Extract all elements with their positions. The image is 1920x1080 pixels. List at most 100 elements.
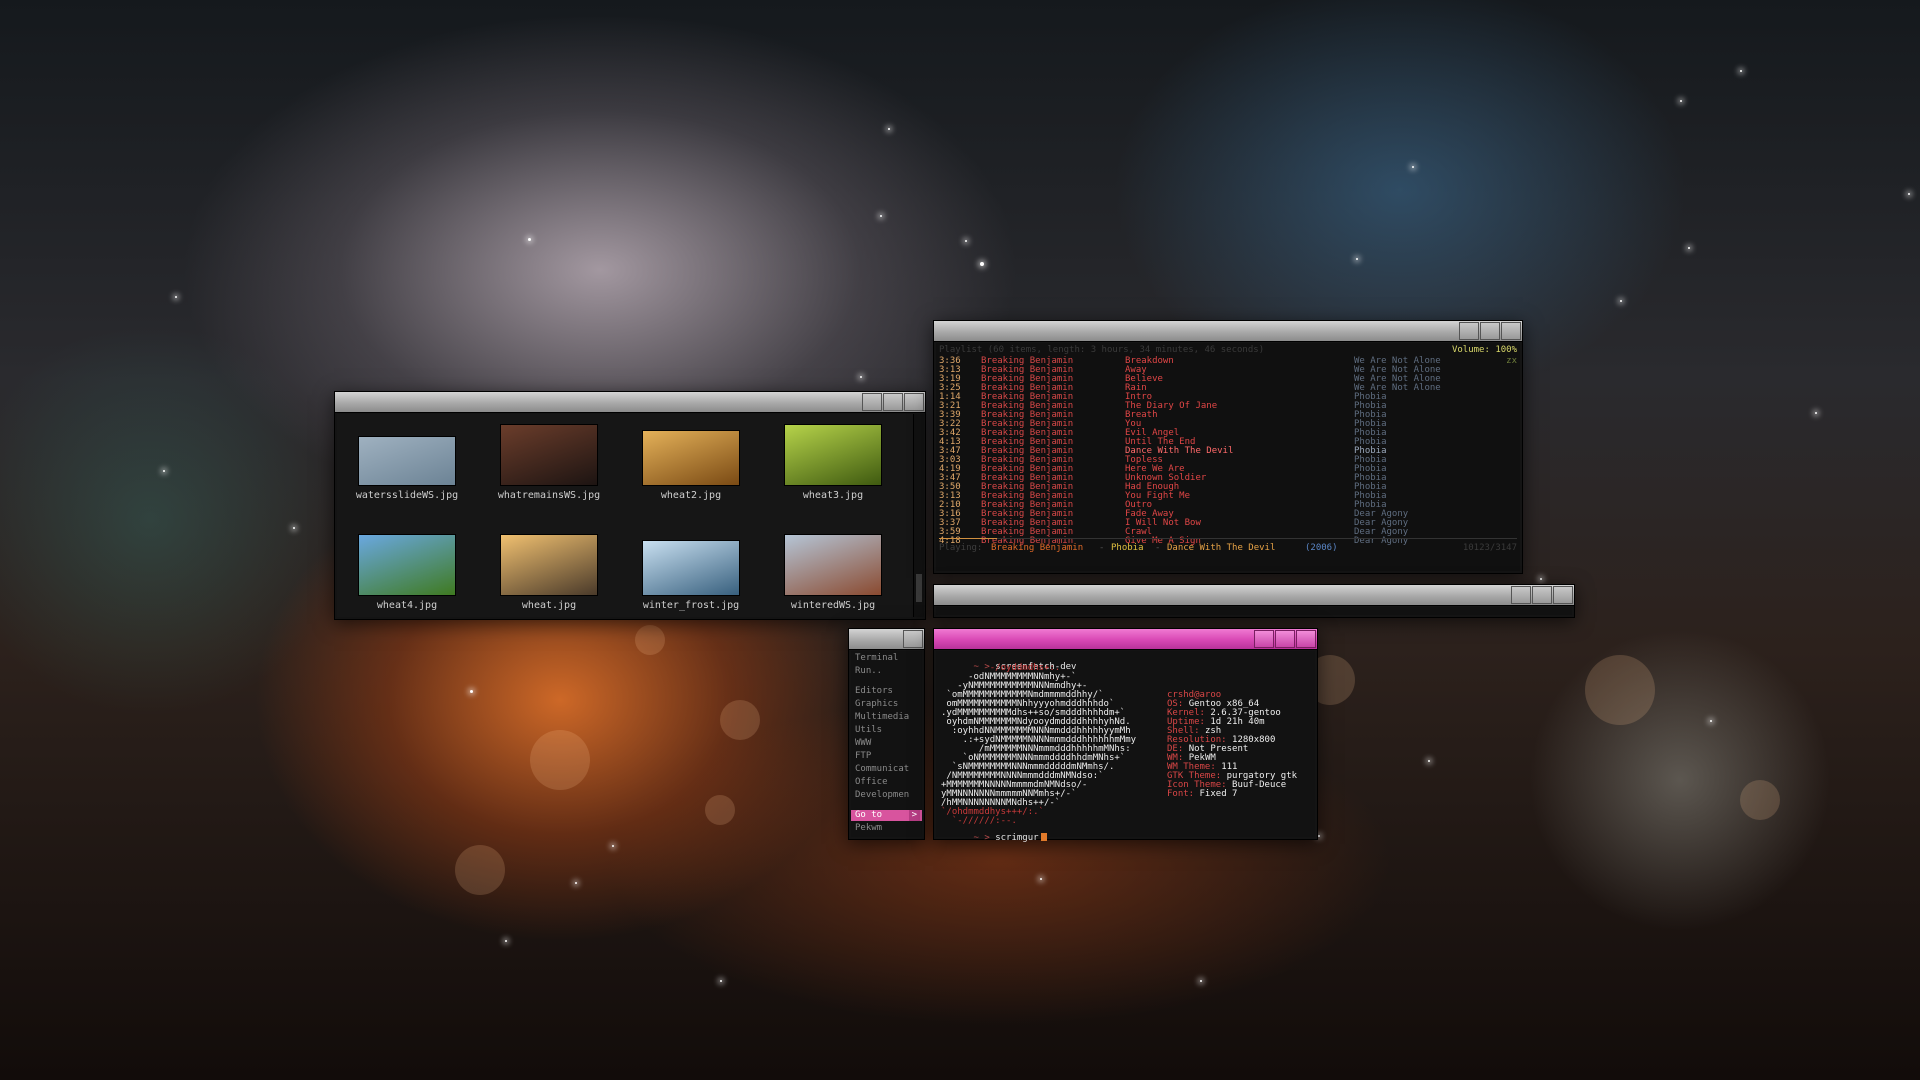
spark-particle	[1815, 412, 1817, 414]
close-button[interactable]	[904, 393, 924, 411]
file-name: winteredWS.jpg	[790, 600, 876, 611]
song-progress-bar[interactable]	[939, 538, 1517, 539]
menu-item[interactable]: Office	[855, 777, 888, 788]
menu-item[interactable]: Utils	[855, 725, 882, 736]
empty-window-titlebar[interactable]	[934, 585, 1574, 606]
file-thumbnail[interactable]: winter_frost.jpg	[621, 534, 761, 611]
maximize-button[interactable]	[1532, 586, 1552, 604]
menu-item[interactable]: Communicat	[855, 764, 909, 775]
terminal-output[interactable]: ~ > screenfetch-dev -/oyddmdhs+:. -odNMM…	[936, 651, 1315, 843]
now-playing-label: Playing:	[939, 543, 983, 553]
close-button[interactable]	[903, 630, 923, 648]
playlist-header: Playlist (60 items, length: 3 hours, 34 …	[939, 345, 1265, 355]
spark-particle	[1740, 70, 1742, 72]
maximize-button[interactable]	[1275, 630, 1295, 648]
spark-particle	[175, 296, 177, 298]
menu-item[interactable]: Go to >	[851, 810, 922, 821]
bokeh-light	[705, 795, 735, 825]
spark-particle	[470, 690, 473, 693]
menu-item-label: Graphics	[855, 699, 899, 709]
text-cursor	[1040, 833, 1047, 841]
menu-item[interactable]: WWW	[855, 738, 871, 749]
file-thumbnail[interactable]: wheat.jpg	[479, 534, 619, 611]
file-thumbnail[interactable]: wheat4.jpg	[337, 534, 477, 611]
file-name: whatremainsWS.jpg	[497, 490, 601, 501]
close-button[interactable]	[1296, 630, 1316, 648]
menu-item-label: Multimedia	[855, 712, 910, 722]
menu-item-label: Developmen	[855, 790, 910, 800]
command-line[interactable]: ~ > scrimgur	[941, 824, 1047, 843]
menu-item-label: Communicat	[855, 764, 910, 774]
menu-item-label: Office	[855, 777, 888, 787]
close-button[interactable]	[1553, 586, 1573, 604]
music-player-window[interactable]: Playlist (60 items, length: 3 hours, 34 …	[933, 320, 1523, 574]
spark-particle	[1318, 835, 1320, 837]
maximize-button[interactable]	[883, 393, 903, 411]
empty-window[interactable]	[933, 584, 1575, 618]
spark-particle	[1620, 300, 1622, 302]
file-name: wheat2.jpg	[660, 490, 722, 501]
file-thumbnail[interactable]: wheat3.jpg	[763, 424, 903, 501]
now-playing-artist: Breaking Benjamin	[991, 543, 1084, 553]
minimize-button[interactable]	[1459, 322, 1479, 340]
playlist-rows: 3:36 Breaking Benjamin Breakdown We Are Not…	[939, 357, 1517, 546]
minimize-button[interactable]	[862, 393, 882, 411]
file-manager-window[interactable]: watersslideWS.jpg whatremainsWS.jpg wheat2…	[334, 391, 926, 620]
menu-item[interactable]: Graphics	[855, 699, 898, 710]
menu-item[interactable]: Developmen	[855, 790, 909, 801]
scrollbar-thumb[interactable]	[916, 574, 922, 602]
minimize-button[interactable]	[1511, 586, 1531, 604]
root-menu-titlebar[interactable]	[849, 629, 924, 650]
bokeh-light	[720, 700, 760, 740]
image-preview	[358, 436, 456, 486]
file-thumbnail[interactable]: whatremainsWS.jpg	[479, 424, 619, 501]
bokeh-light	[455, 845, 505, 895]
command-text: scrimgur	[995, 833, 1039, 843]
file-thumbnail[interactable]: watersslideWS.jpg	[337, 424, 477, 501]
menu-item-label: Run..	[855, 666, 883, 676]
spark-particle	[1040, 878, 1042, 880]
file-thumbnail[interactable]: winteredWS.jpg	[763, 534, 903, 611]
terminal-titlebar[interactable]	[934, 629, 1317, 650]
shell-prompt: ~ >	[973, 833, 990, 843]
info-value: Fixed 7	[1199, 789, 1238, 799]
spark-particle	[505, 940, 507, 942]
now-playing-separator: -	[1099, 543, 1105, 553]
bokeh-light	[1740, 780, 1780, 820]
menu-item-label: Editors	[855, 686, 893, 696]
menu-item-label: Go to	[855, 810, 883, 820]
close-button[interactable]	[1501, 322, 1521, 340]
image-preview	[358, 534, 456, 596]
music-player-titlebar[interactable]	[934, 321, 1522, 342]
menu-item[interactable]: Run..	[855, 666, 882, 677]
playlist-panel: Playlist (60 items, length: 3 hours, 34 …	[936, 343, 1520, 571]
menu-item-label: Utils	[855, 725, 883, 735]
terminal-window[interactable]: ~ > screenfetch-dev -/oyddmdhs+:. -odNMM…	[933, 628, 1318, 843]
now-playing-separator: -	[1155, 543, 1161, 553]
file-manager-titlebar[interactable]	[335, 392, 925, 413]
bokeh-light	[530, 730, 590, 790]
now-playing-position: 10123/3147	[1462, 543, 1517, 553]
bokeh-light	[1585, 655, 1655, 725]
minimize-button[interactable]	[1254, 630, 1274, 648]
menu-item[interactable]: Editors	[855, 686, 893, 697]
now-playing-title: Dance With The Devil	[1167, 543, 1276, 553]
file-name: winter_frost.jpg	[642, 600, 740, 611]
menu-item[interactable]: FTP	[855, 751, 871, 762]
menu-item[interactable]: Multimedia	[855, 712, 909, 723]
maximize-button[interactable]	[1480, 322, 1500, 340]
menu-item[interactable]: Pekwm	[855, 823, 882, 834]
song-progress-fill	[939, 538, 997, 539]
root-menu[interactable]: Terminal Run.. Editors Graphics Multimedia Ut…	[848, 628, 925, 840]
image-preview	[784, 424, 882, 486]
menu-items: Terminal Run.. Editors Graphics Multimedia Ut…	[851, 651, 922, 837]
spark-particle	[880, 215, 882, 217]
file-manager-scrollbar[interactable]	[913, 414, 924, 617]
spark-particle	[1356, 258, 1358, 260]
spark-particle	[163, 470, 165, 472]
menu-item[interactable]: Terminal	[855, 653, 898, 664]
now-playing-year: (2006)	[1305, 543, 1338, 553]
file-thumbnail[interactable]: wheat2.jpg	[621, 424, 761, 501]
spark-particle	[293, 527, 295, 529]
menu-item-label: Pekwm	[855, 823, 883, 833]
